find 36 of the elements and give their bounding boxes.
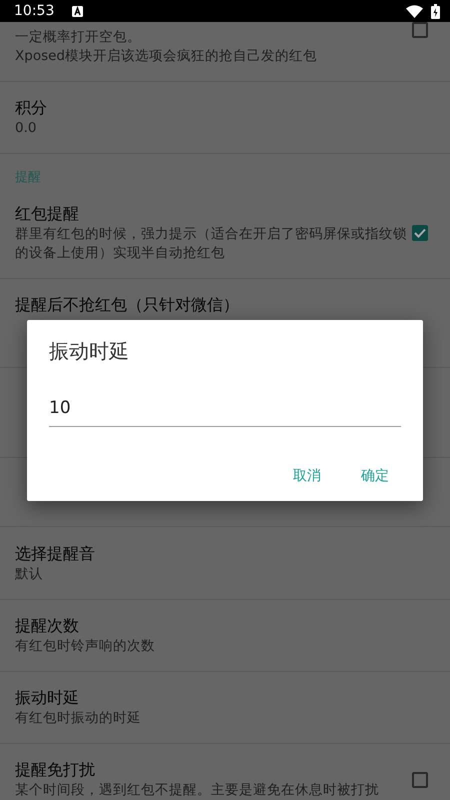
settings-item[interactable]: 红包提醒 群里有红包的时候，强力提示（适合在开启了密码屏保或指纹锁 的设备上使用）实现半自动抢红包 bbox=[0, 188, 450, 279]
item-summary: 群里有红包的时候，强力提示（适合在开启了密码屏保或指纹锁 bbox=[15, 225, 407, 244]
settings-item[interactable]: 振动时延 有红包时振动的时延 bbox=[0, 672, 450, 744]
item-summary: Xposed模块开启该选项会疯狂的抢自己发的红包 bbox=[15, 47, 317, 66]
dialog-button[interactable]: 取消 bbox=[285, 460, 329, 493]
dialog-button[interactable]: 确定 bbox=[353, 460, 397, 493]
settings-item[interactable]: 提醒次数 有红包时铃声响的次数 bbox=[0, 600, 450, 672]
category-header: 提醒 bbox=[14, 169, 42, 187]
settings-item[interactable]: 提醒后不抢红包（只针对微信） bbox=[0, 279, 450, 316]
item-summary: 默认 bbox=[15, 565, 43, 584]
checkbox[interactable] bbox=[412, 22, 428, 38]
settings-item[interactable]: 选择提醒音 默认 bbox=[0, 528, 450, 600]
settings-item[interactable]: 提醒免打扰 某个时间段，遇到红包不提醒。主要是避免在休息时被打扰 bbox=[0, 744, 450, 800]
item-title: 提醒免打扰 bbox=[15, 759, 95, 781]
item-title: 提醒次数 bbox=[15, 615, 79, 637]
checkbox[interactable] bbox=[412, 225, 428, 241]
input-field[interactable]: 10 bbox=[49, 396, 401, 426]
item-title: 积分 bbox=[15, 97, 47, 119]
notification-icon bbox=[72, 6, 84, 16]
item-summary: 有红包时铃声响的次数 bbox=[15, 637, 155, 656]
item-title: 提醒后不抢红包（只针对微信） bbox=[15, 294, 239, 316]
item-title: 振动时延 bbox=[15, 687, 79, 709]
battery-icon bbox=[431, 4, 440, 18]
settings-item[interactable]: 一定概率打开空包。 Xposed模块开启该选项会疯狂的抢自己发的红包 bbox=[0, 22, 450, 82]
item-summary: 某个时间段，遇到红包不提醒。主要是避免在休息时被打扰 bbox=[15, 781, 379, 800]
checkbox[interactable] bbox=[412, 772, 428, 788]
status-time: 10:53 bbox=[14, 2, 54, 20]
item-summary: 有红包时振动的时延 bbox=[15, 709, 141, 728]
item-title: 红包提醒 bbox=[15, 203, 79, 225]
wifi-icon bbox=[406, 4, 423, 18]
item-title: 选择提醒音 bbox=[15, 543, 95, 565]
dialog-title: 振动时延 bbox=[49, 338, 130, 365]
item-summary: 一定概率打开空包。 bbox=[15, 28, 141, 47]
item-summary: 0.0 bbox=[15, 119, 36, 138]
settings-item[interactable]: 积分 0.0 bbox=[0, 82, 450, 154]
item-summary: 的设备上使用）实现半自动抢红包 bbox=[15, 244, 225, 263]
